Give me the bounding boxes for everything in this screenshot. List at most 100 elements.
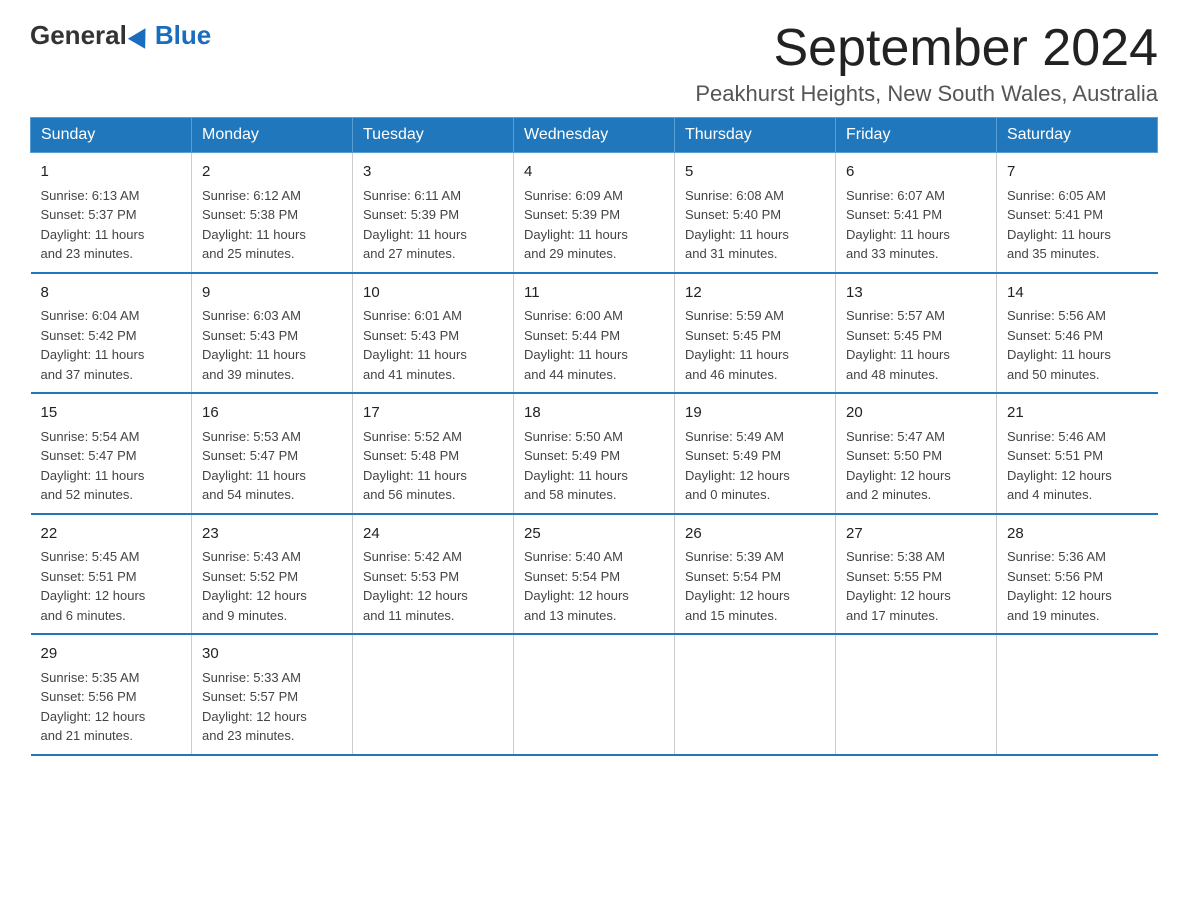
day-info: Sunrise: 5:45 AMSunset: 5:51 PMDaylight:…	[41, 549, 146, 623]
calendar-day-cell: 25 Sunrise: 5:40 AMSunset: 5:54 PMDayligh…	[514, 514, 675, 635]
calendar-day-cell: 2 Sunrise: 6:12 AMSunset: 5:38 PMDaylight…	[192, 153, 353, 273]
day-info: Sunrise: 5:35 AMSunset: 5:56 PMDaylight:…	[41, 670, 146, 744]
page-header: General Blue September 2024 Peakhurst He…	[30, 20, 1158, 107]
day-number: 17	[363, 402, 503, 425]
title-area: September 2024 Peakhurst Heights, New So…	[695, 20, 1158, 107]
calendar-day-cell: 4Sunrise: 6:09 AMSunset: 5:39 PMDaylight…	[514, 153, 675, 273]
day-info: Sunrise: 5:38 AMSunset: 5:55 PMDaylight:…	[846, 549, 951, 623]
calendar-day-cell: 9 Sunrise: 6:03 AMSunset: 5:43 PMDaylight…	[192, 273, 353, 394]
day-number: 28	[1007, 523, 1148, 546]
calendar-day-cell: 24 Sunrise: 5:42 AMSunset: 5:53 PMDayligh…	[353, 514, 514, 635]
day-number: 3	[363, 161, 503, 184]
calendar-header: Sunday Monday Tuesday Wednesday Thursday…	[31, 118, 1158, 153]
calendar-week-row: 29 Sunrise: 5:35 AMSunset: 5:56 PMDayligh…	[31, 634, 1158, 755]
day-number: 10	[363, 282, 503, 305]
calendar-day-cell: 7 Sunrise: 6:05 AMSunset: 5:41 PMDaylight…	[997, 153, 1158, 273]
calendar-day-cell: 29 Sunrise: 5:35 AMSunset: 5:56 PMDayligh…	[31, 634, 192, 755]
col-monday: Monday	[192, 118, 353, 153]
month-title: September 2024	[695, 20, 1158, 77]
col-thursday: Thursday	[675, 118, 836, 153]
calendar-day-cell	[514, 634, 675, 755]
day-number: 29	[41, 643, 182, 666]
day-info: Sunrise: 5:50 AMSunset: 5:49 PMDaylight:…	[524, 429, 628, 503]
calendar-day-cell: 10Sunrise: 6:01 AMSunset: 5:43 PMDayligh…	[353, 273, 514, 394]
col-friday: Friday	[836, 118, 997, 153]
calendar-day-cell: 1Sunrise: 6:13 AMSunset: 5:37 PMDaylight…	[31, 153, 192, 273]
day-info: Sunrise: 5:47 AMSunset: 5:50 PMDaylight:…	[846, 429, 951, 503]
day-number: 9	[202, 282, 342, 305]
day-number: 19	[685, 402, 825, 425]
day-number: 7	[1007, 161, 1148, 184]
day-info: Sunrise: 5:49 AMSunset: 5:49 PMDaylight:…	[685, 429, 790, 503]
col-sunday: Sunday	[31, 118, 192, 153]
day-info: Sunrise: 6:04 AMSunset: 5:42 PMDaylight:…	[41, 308, 145, 382]
calendar-day-cell: 18 Sunrise: 5:50 AMSunset: 5:49 PMDayligh…	[514, 393, 675, 514]
calendar-day-cell: 23Sunrise: 5:43 AMSunset: 5:52 PMDayligh…	[192, 514, 353, 635]
day-number: 22	[41, 523, 182, 546]
day-number: 12	[685, 282, 825, 305]
calendar-week-row: 15Sunrise: 5:54 AMSunset: 5:47 PMDayligh…	[31, 393, 1158, 514]
calendar-day-cell	[675, 634, 836, 755]
day-number: 18	[524, 402, 664, 425]
day-info: Sunrise: 6:11 AMSunset: 5:39 PMDaylight:…	[363, 188, 467, 262]
day-info: Sunrise: 6:05 AMSunset: 5:41 PMDaylight:…	[1007, 188, 1111, 262]
day-info: Sunrise: 5:57 AMSunset: 5:45 PMDaylight:…	[846, 308, 950, 382]
calendar-day-cell: 15Sunrise: 5:54 AMSunset: 5:47 PMDayligh…	[31, 393, 192, 514]
day-info: Sunrise: 5:42 AMSunset: 5:53 PMDaylight:…	[363, 549, 468, 623]
calendar-day-cell: 27Sunrise: 5:38 AMSunset: 5:55 PMDayligh…	[836, 514, 997, 635]
calendar-day-cell: 13 Sunrise: 5:57 AMSunset: 5:45 PMDayligh…	[836, 273, 997, 394]
day-number: 2	[202, 161, 342, 184]
logo: General Blue	[30, 20, 211, 51]
calendar-week-row: 22 Sunrise: 5:45 AMSunset: 5:51 PMDayligh…	[31, 514, 1158, 635]
logo-blue-text: Blue	[155, 20, 211, 51]
day-number: 5	[685, 161, 825, 184]
day-number: 26	[685, 523, 825, 546]
calendar-day-cell: 11 Sunrise: 6:00 AMSunset: 5:44 PMDayligh…	[514, 273, 675, 394]
day-info: Sunrise: 6:08 AMSunset: 5:40 PMDaylight:…	[685, 188, 789, 262]
calendar-week-row: 1Sunrise: 6:13 AMSunset: 5:37 PMDaylight…	[31, 153, 1158, 273]
day-number: 21	[1007, 402, 1148, 425]
calendar-day-cell: 28 Sunrise: 5:36 AMSunset: 5:56 PMDayligh…	[997, 514, 1158, 635]
day-info: Sunrise: 6:03 AMSunset: 5:43 PMDaylight:…	[202, 308, 306, 382]
day-number: 13	[846, 282, 986, 305]
day-info: Sunrise: 5:39 AMSunset: 5:54 PMDaylight:…	[685, 549, 790, 623]
calendar-day-cell: 20 Sunrise: 5:47 AMSunset: 5:50 PMDayligh…	[836, 393, 997, 514]
day-info: Sunrise: 6:00 AMSunset: 5:44 PMDaylight:…	[524, 308, 628, 382]
day-number: 24	[363, 523, 503, 546]
day-info: Sunrise: 5:54 AMSunset: 5:47 PMDaylight:…	[41, 429, 145, 503]
calendar-day-cell: 17 Sunrise: 5:52 AMSunset: 5:48 PMDayligh…	[353, 393, 514, 514]
calendar-day-cell: 16 Sunrise: 5:53 AMSunset: 5:47 PMDayligh…	[192, 393, 353, 514]
day-info: Sunrise: 5:36 AMSunset: 5:56 PMDaylight:…	[1007, 549, 1112, 623]
day-info: Sunrise: 5:56 AMSunset: 5:46 PMDaylight:…	[1007, 308, 1111, 382]
day-number: 20	[846, 402, 986, 425]
day-info: Sunrise: 6:07 AMSunset: 5:41 PMDaylight:…	[846, 188, 950, 262]
day-info: Sunrise: 5:43 AMSunset: 5:52 PMDaylight:…	[202, 549, 307, 623]
day-number: 11	[524, 282, 664, 305]
day-info: Sunrise: 5:40 AMSunset: 5:54 PMDaylight:…	[524, 549, 629, 623]
calendar-day-cell: 30 Sunrise: 5:33 AMSunset: 5:57 PMDayligh…	[192, 634, 353, 755]
day-number: 4	[524, 161, 664, 184]
day-info: Sunrise: 6:12 AMSunset: 5:38 PMDaylight:…	[202, 188, 306, 262]
day-number: 30	[202, 643, 342, 666]
calendar-day-cell	[353, 634, 514, 755]
location-title: Peakhurst Heights, New South Wales, Aust…	[695, 81, 1158, 107]
calendar-day-cell: 5 Sunrise: 6:08 AMSunset: 5:40 PMDaylight…	[675, 153, 836, 273]
day-info: Sunrise: 5:52 AMSunset: 5:48 PMDaylight:…	[363, 429, 467, 503]
day-number: 16	[202, 402, 342, 425]
col-wednesday: Wednesday	[514, 118, 675, 153]
calendar-day-cell: 21 Sunrise: 5:46 AMSunset: 5:51 PMDayligh…	[997, 393, 1158, 514]
day-info: Sunrise: 5:33 AMSunset: 5:57 PMDaylight:…	[202, 670, 307, 744]
calendar-day-cell: 8 Sunrise: 6:04 AMSunset: 5:42 PMDaylight…	[31, 273, 192, 394]
logo-general-text: General	[30, 20, 127, 51]
calendar-day-cell: 12 Sunrise: 5:59 AMSunset: 5:45 PMDayligh…	[675, 273, 836, 394]
day-info: Sunrise: 6:13 AMSunset: 5:37 PMDaylight:…	[41, 188, 145, 262]
calendar-day-cell	[836, 634, 997, 755]
header-row: Sunday Monday Tuesday Wednesday Thursday…	[31, 118, 1158, 153]
day-info: Sunrise: 5:46 AMSunset: 5:51 PMDaylight:…	[1007, 429, 1112, 503]
calendar-day-cell: 26 Sunrise: 5:39 AMSunset: 5:54 PMDayligh…	[675, 514, 836, 635]
day-info: Sunrise: 5:53 AMSunset: 5:47 PMDaylight:…	[202, 429, 306, 503]
day-number: 8	[41, 282, 182, 305]
day-number: 25	[524, 523, 664, 546]
day-info: Sunrise: 5:59 AMSunset: 5:45 PMDaylight:…	[685, 308, 789, 382]
day-number: 6	[846, 161, 986, 184]
